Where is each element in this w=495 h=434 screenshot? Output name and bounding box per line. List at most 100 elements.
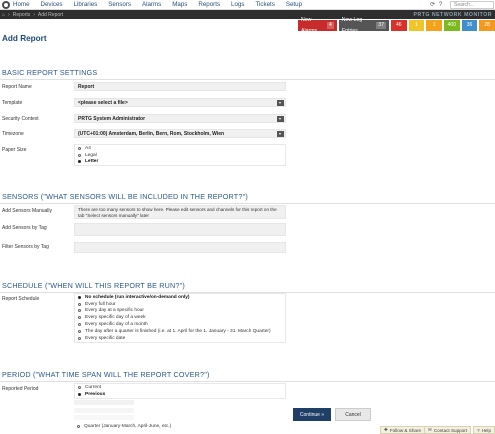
faded-row: [74, 400, 134, 405]
schedule-option[interactable]: Every specific day of a month: [75, 321, 285, 328]
radio-icon: [78, 385, 81, 389]
sensors-heading: SENSORS ("WHAT SENSORS WILL BE INCLUDED …: [2, 192, 248, 201]
radio-icon: [78, 309, 81, 313]
radio-icon: [78, 392, 81, 396]
period-option[interactable]: Quarter (January-March, April-June, etc.…: [74, 423, 171, 430]
prtg-logo-icon[interactable]: [2, 1, 10, 9]
security-context-select[interactable]: PRTG System Administrator: [74, 114, 286, 123]
template-select[interactable]: <please select a file>: [74, 98, 286, 107]
period-option[interactable]: Current: [75, 384, 285, 391]
template-value: <please select a file>: [78, 99, 128, 106]
report-schedule-radio-group: No schedule (run interactive/on-demand o…: [74, 293, 286, 343]
chevron-down-icon[interactable]: [277, 100, 284, 106]
radio-icon: [78, 302, 81, 306]
faded-row: [74, 415, 134, 420]
chevron-down-icon[interactable]: [277, 131, 284, 137]
reported-period-radio-group: Current Previous: [74, 383, 286, 399]
menu-home[interactable]: Home: [13, 1, 30, 9]
faded-row: [74, 408, 134, 413]
radio-icon: [77, 424, 80, 428]
paper-size-option[interactable]: Letter: [75, 159, 285, 166]
radio-icon: [78, 323, 81, 327]
page-title: Add Report: [2, 34, 47, 43]
add-sensors-by-tag-input[interactable]: [74, 223, 286, 236]
cancel-button[interactable]: Cancel: [335, 408, 371, 421]
help-label: Help: [481, 427, 492, 433]
status-box-up[interactable]: 400: [444, 20, 460, 31]
template-label: Template: [2, 100, 23, 106]
menu-libraries[interactable]: Libraries: [74, 1, 98, 9]
security-context-value: PRTG System Administrator: [78, 115, 146, 122]
schedule-option[interactable]: No schedule (run interactive/on-demand o…: [75, 294, 285, 301]
menu-logs[interactable]: Logs: [231, 1, 244, 9]
top-navigation: Home Devices Libraries Sensors Alarms Ma…: [0, 0, 495, 10]
top-icons: ⟳ ?: [430, 1, 442, 9]
menu-setup[interactable]: Setup: [286, 1, 302, 9]
menu-devices[interactable]: Devices: [41, 1, 63, 9]
breadcrumb-bar: ⌂ › Reports › Add Report PRTG NETWORK MO…: [0, 10, 495, 19]
radio-icon: [78, 295, 81, 299]
radio-icon: [78, 153, 81, 157]
home-icon[interactable]: ⌂: [2, 12, 5, 18]
report-name-input[interactable]: Report: [74, 82, 286, 91]
status-box-count: 1: [432, 22, 436, 28]
help-button[interactable]: ? Help: [473, 426, 495, 434]
chevron-down-icon[interactable]: [277, 116, 284, 122]
menu-tickets[interactable]: Tickets: [255, 1, 274, 9]
status-box-down[interactable]: 46: [390, 20, 407, 31]
radio-icon: [78, 146, 81, 150]
divider: [0, 203, 495, 204]
schedule-option[interactable]: Every day at a specific hour: [75, 308, 285, 315]
breadcrumb: ⌂ › Reports › Add Report: [2, 12, 63, 18]
help-icon[interactable]: ?: [439, 1, 442, 9]
menu-alarms[interactable]: Alarms: [142, 1, 161, 9]
status-box-unusual[interactable]: 1: [426, 20, 442, 31]
status-box-count: 400: [447, 22, 456, 28]
menu-sensors[interactable]: Sensors: [108, 1, 131, 9]
timezone-select[interactable]: (UTC+01:00) Amsterdam, Berlin, Bern, Rom…: [74, 129, 286, 138]
radio-icon: [78, 329, 81, 333]
support-icon: ✉: [428, 427, 432, 432]
continue-button[interactable]: Continue »: [293, 408, 331, 421]
paper-size-option[interactable]: Legal: [75, 152, 285, 159]
status-box-paused[interactable]: 36: [461, 20, 478, 31]
add-sensors-manually-info: There are too many sensors to show here.…: [74, 205, 286, 219]
paper-size-option[interactable]: A4: [75, 145, 285, 152]
status-box-unknown[interactable]: 28: [479, 20, 495, 31]
add-sensors-by-tag-label: Add Sensors by Tag: [2, 225, 47, 231]
schedule-heading: SCHEDULE ("WHEN WILL THIS REPORT BE RUN?…: [2, 281, 185, 290]
radio-icon: [78, 160, 81, 164]
new-alarms-button[interactable]: New Alarms 4: [298, 17, 337, 34]
status-box-count: 1: [415, 22, 418, 28]
new-alarms-count: 4: [326, 22, 334, 29]
period-option[interactable]: Previous: [75, 391, 285, 398]
new-log-label: New Log Entries: [341, 16, 363, 34]
status-box-count: 46: [396, 22, 402, 28]
search-input[interactable]: Search...: [450, 1, 494, 9]
divider: [0, 79, 495, 80]
reported-period-label: Reported Period: [2, 386, 39, 392]
new-log-count: 37: [376, 22, 386, 29]
refresh-icon[interactable]: ⟳: [430, 1, 435, 9]
contact-support-button[interactable]: ✉ Contact Support: [424, 426, 472, 434]
breadcrumb-reports[interactable]: Reports: [13, 12, 31, 18]
add-sensors-manually-label: Add Sensors Manually: [2, 208, 53, 214]
filter-sensors-by-tag-label: Filter Sensors by Tag: [2, 244, 49, 250]
status-box-warning[interactable]: 1: [408, 20, 425, 31]
schedule-option[interactable]: Every full hour: [75, 301, 285, 308]
schedule-option[interactable]: Every specific date: [75, 335, 285, 342]
period-heading: PERIOD ("WHAT TIME SPAN WILL THE REPORT …: [2, 370, 210, 379]
new-log-entries-button[interactable]: New Log Entries 37: [338, 17, 389, 34]
status-box-count: 36: [466, 22, 473, 28]
schedule-option[interactable]: The day after a quarter is finished (i.e…: [75, 328, 285, 335]
menu-maps[interactable]: Maps: [172, 1, 187, 9]
brand-label: PRTG NETWORK MONITOR: [413, 11, 492, 18]
share-icon: ✚: [384, 427, 388, 432]
follow-share-button[interactable]: ✚ Follow & Share: [380, 426, 426, 434]
timezone-value: (UTC+01:00) Amsterdam, Berlin, Bern, Rom…: [78, 130, 225, 137]
filter-sensors-by-tag-input[interactable]: [74, 242, 286, 253]
radio-icon: [78, 316, 81, 320]
menu-reports[interactable]: Reports: [198, 1, 220, 9]
paper-size-radio-group: A4 Legal Letter: [74, 144, 286, 167]
schedule-option[interactable]: Every specific day of a week: [75, 314, 285, 321]
